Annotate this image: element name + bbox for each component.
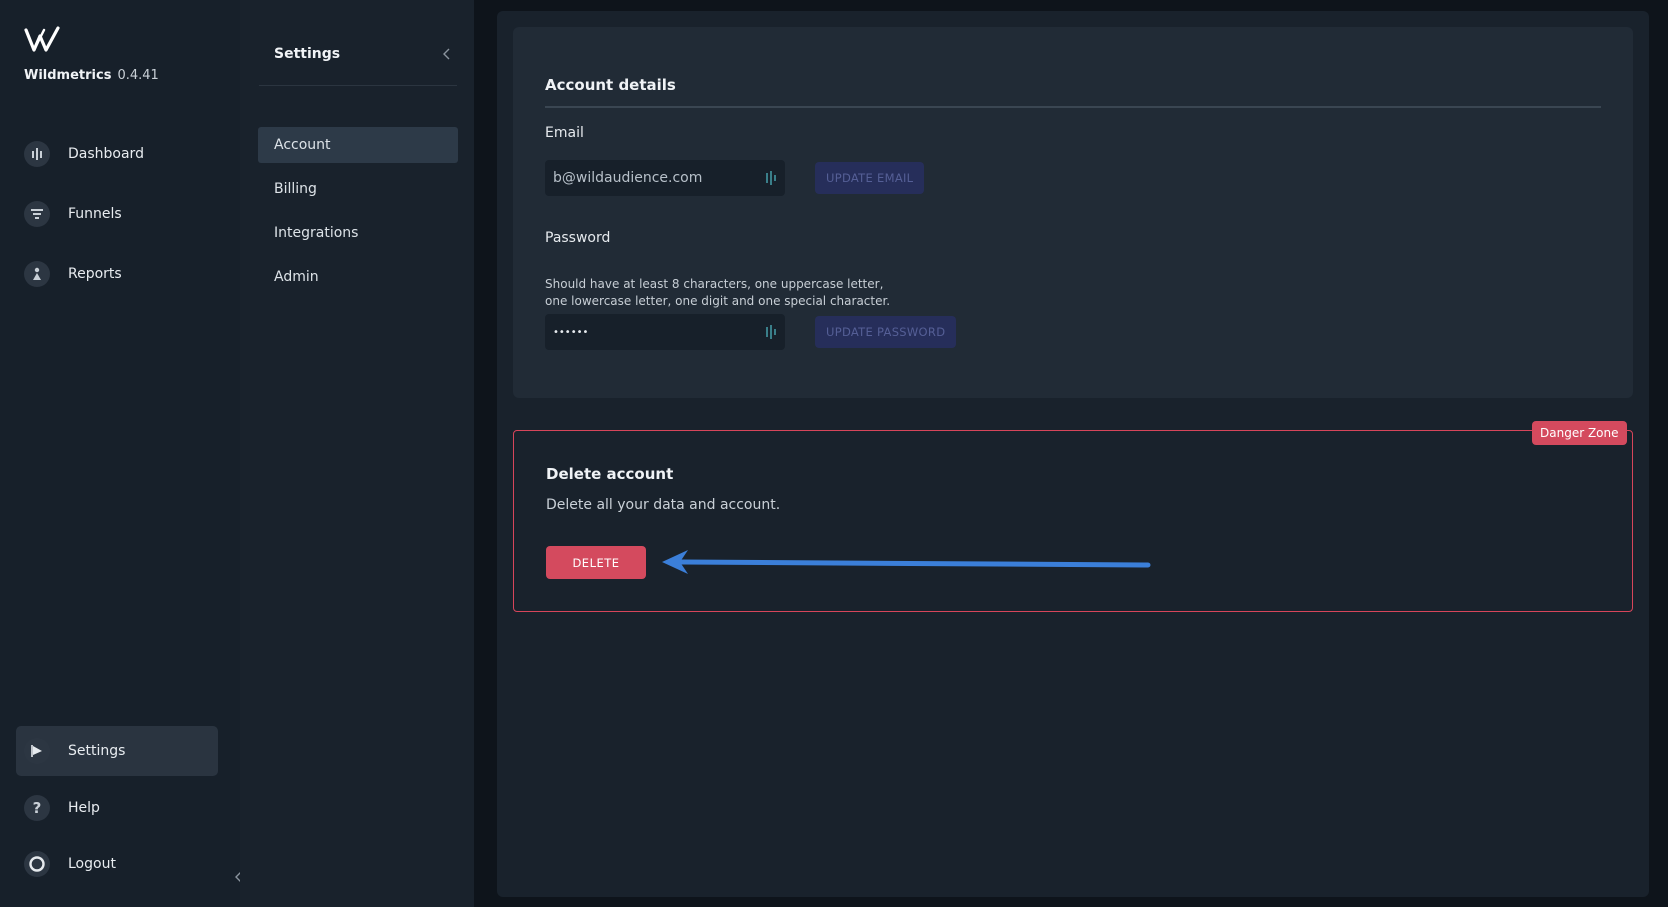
delete-account-description: Delete all your data and account. (546, 497, 781, 513)
nav-label-logout: Logout (68, 856, 116, 872)
bar-chart-icon (24, 141, 50, 167)
person-icon (24, 261, 50, 287)
update-email-button[interactable]: UPDATE EMAIL (815, 162, 925, 194)
nav-label-reports: Reports (68, 266, 122, 282)
nav-item-funnels[interactable]: Funnels (16, 189, 218, 239)
wildmetrics-logo-icon[interactable] (24, 26, 64, 54)
nav-label-help: Help (68, 800, 100, 816)
brand: Wildmetrics 0.4.41 (24, 68, 159, 83)
email-label: Email (545, 125, 584, 141)
chevron-left-icon[interactable] (440, 47, 454, 61)
account-details-card: Account details Email b@wildaudience.com… (513, 27, 1633, 398)
settings-item-billing[interactable]: Billing (258, 171, 458, 207)
main-sidebar: Wildmetrics 0.4.41 Dashboard Funnels Repo… (0, 0, 242, 907)
password-label: Password (545, 230, 611, 246)
app-name: Wildmetrics (24, 68, 112, 83)
divider (545, 106, 1601, 108)
nav-label-funnels: Funnels (68, 206, 122, 222)
account-details-title: Account details (545, 76, 676, 94)
password-manager-icon[interactable] (765, 325, 777, 339)
password-value: •••••• (553, 326, 589, 338)
settings-item-admin[interactable]: Admin (258, 259, 458, 295)
password-manager-icon[interactable] (765, 171, 777, 185)
nav-item-settings[interactable]: Settings (16, 726, 218, 776)
app-window: Wildmetrics 0.4.41 Dashboard Funnels Repo… (0, 0, 1668, 907)
nav-item-dashboard[interactable]: Dashboard (16, 129, 218, 179)
app-version: 0.4.41 (117, 68, 159, 83)
nav-label-dashboard: Dashboard (68, 146, 144, 162)
password-field[interactable]: •••••• (545, 314, 785, 350)
danger-zone: Danger Zone Delete account Delete all yo… (513, 421, 1633, 612)
main-content: Account details Email b@wildaudience.com… (497, 11, 1649, 897)
divider (259, 85, 457, 86)
nav-item-logout[interactable]: Logout (16, 839, 218, 889)
email-field[interactable]: b@wildaudience.com (545, 160, 785, 196)
settings-item-integrations[interactable]: Integrations (258, 215, 458, 251)
settings-sidebar: Settings Account Billing Integrations Ad… (240, 0, 474, 907)
delete-account-title: Delete account (546, 465, 674, 483)
email-value: b@wildaudience.com (553, 170, 703, 186)
danger-zone-badge: Danger Zone (1532, 421, 1627, 445)
nav-label-settings: Settings (68, 743, 126, 759)
logout-icon (24, 851, 50, 877)
nav-item-help[interactable]: ? Help (16, 783, 218, 833)
settings-item-account[interactable]: Account (258, 127, 458, 163)
update-password-button[interactable]: UPDATE PASSWORD (815, 316, 957, 348)
question-icon: ? (24, 795, 50, 821)
flag-icon (24, 738, 50, 764)
settings-title: Settings (274, 46, 341, 62)
nav-item-reports[interactable]: Reports (16, 249, 218, 299)
delete-button[interactable]: DELETE (546, 546, 646, 579)
funnel-icon (24, 201, 50, 227)
annotation-arrow-icon (662, 550, 1151, 574)
password-hint: Should have at least 8 characters, one u… (545, 277, 891, 308)
